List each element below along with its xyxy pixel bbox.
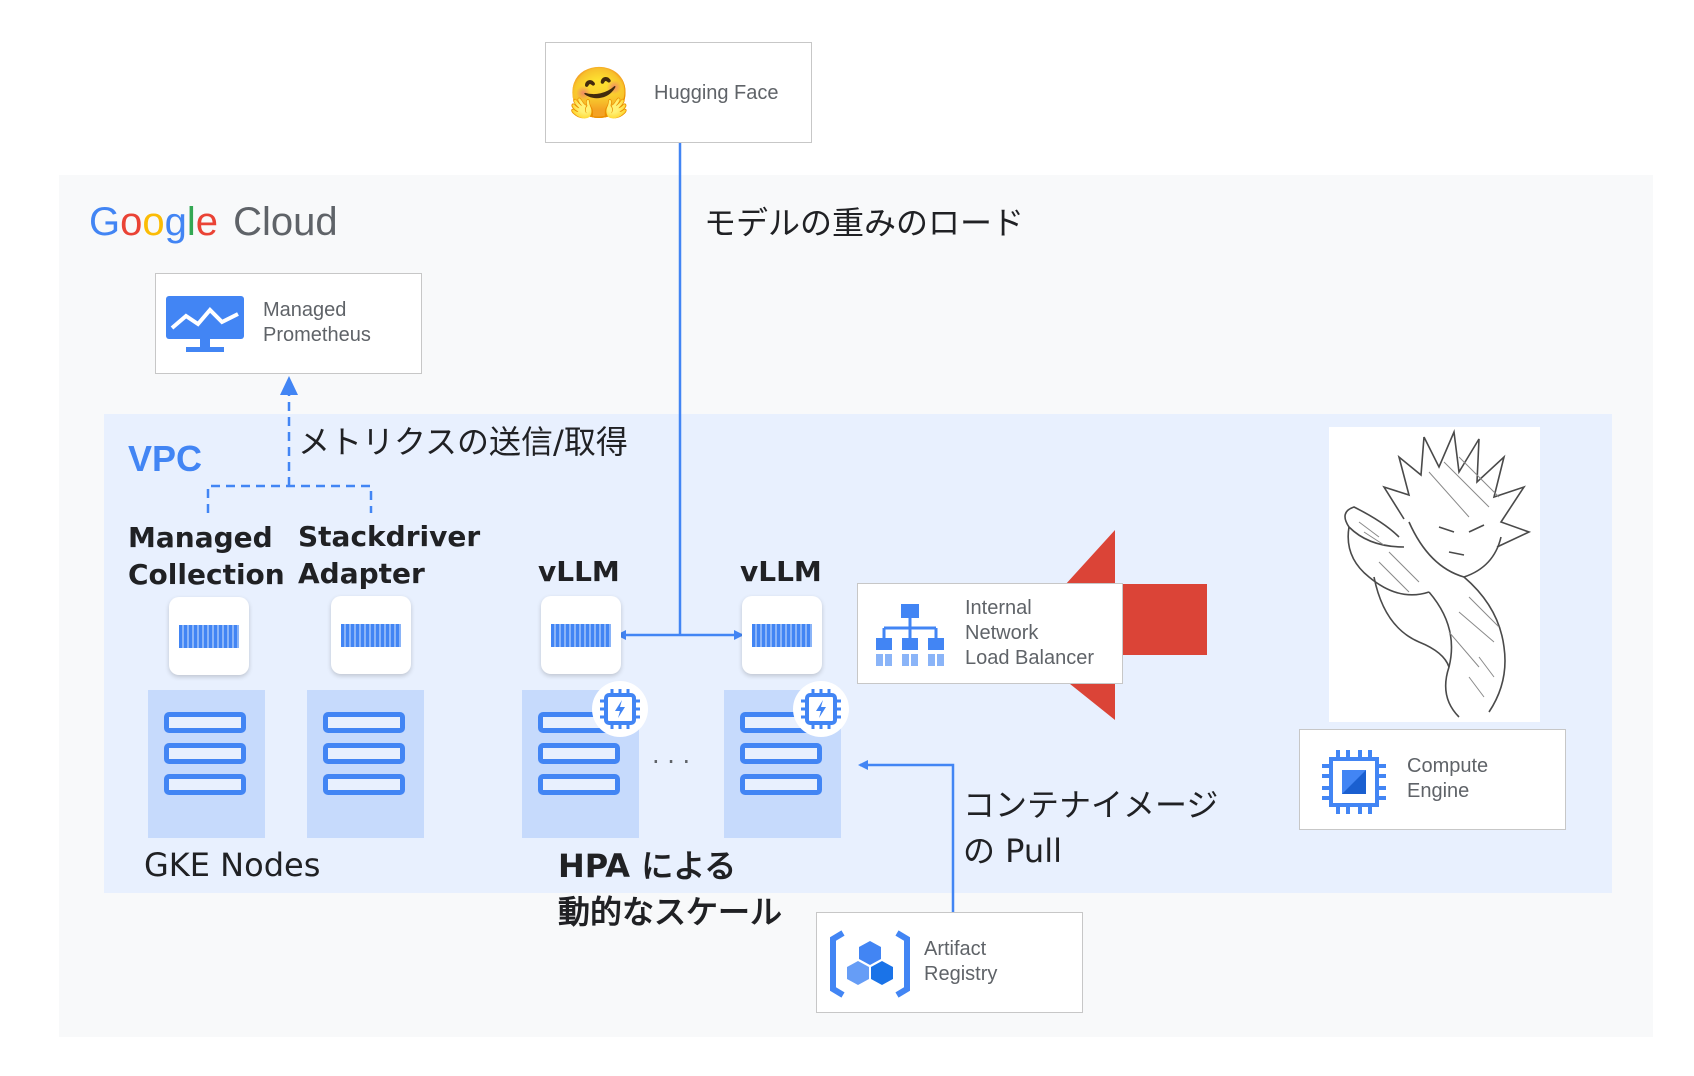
gke-node-1[interactable] <box>148 690 265 838</box>
container-icon <box>179 625 239 648</box>
image-pull-label: コンテナイメージ の Pull <box>963 786 1219 870</box>
artifact-registry-card[interactable]: Artifact Registry <box>816 912 1083 1013</box>
sketch-illustration <box>1329 427 1540 722</box>
container-icon <box>752 624 812 647</box>
compute-engine-label: Compute Engine <box>1407 755 1489 802</box>
node-bar <box>323 743 405 764</box>
vpc-label: VPC <box>128 438 203 479</box>
hugging-face-card[interactable]: 🤗 Hugging Face <box>545 42 812 143</box>
vllm-label-2: vLLM <box>740 555 822 588</box>
gke-node-2[interactable] <box>307 690 424 838</box>
container-icon <box>551 624 611 647</box>
node-bar <box>323 712 405 733</box>
node-bar <box>538 774 620 795</box>
node-bar <box>740 743 822 764</box>
weights-load-label: モデルの重みのロード <box>704 204 1025 242</box>
hugging-face-icon: 🤗 <box>568 64 631 122</box>
metrics-label: メトリクスの送信/取得 <box>298 423 628 461</box>
internal-load-balancer-card[interactable]: Internal Network Load Balancer <box>857 583 1123 684</box>
internal-load-balancer-label: Internal Network Load Balancer <box>965 597 1094 669</box>
hugging-face-label: Hugging Face <box>654 82 779 104</box>
gke-nodes-label: GKE Nodes <box>144 846 321 884</box>
managed-prometheus-card[interactable]: Managed Prometheus <box>155 273 422 374</box>
node-bar <box>164 743 246 764</box>
pod-stackdriver-adapter[interactable] <box>331 596 411 674</box>
pod-vllm-1[interactable] <box>541 596 621 674</box>
monitor-chart-icon <box>166 296 244 352</box>
compute-engine-card[interactable]: Compute Engine <box>1299 729 1566 830</box>
pod-vllm-2[interactable] <box>742 596 822 674</box>
load-balancer-icon <box>876 604 944 666</box>
managed-prometheus-label: Managed Prometheus <box>263 299 371 346</box>
stackdriver-adapter-label: Stackdriver Adapter <box>298 520 481 590</box>
node-bar <box>740 774 822 795</box>
ellipsis: · · · <box>652 748 691 776</box>
pull-line <box>858 760 955 914</box>
container-icon <box>341 624 401 647</box>
node-bar <box>538 743 620 764</box>
compute-engine-chip-icon <box>1322 750 1386 814</box>
vllm-label-1: vLLM <box>538 555 620 588</box>
metrics-arrowhead <box>280 376 298 395</box>
pod-managed-collection[interactable] <box>169 597 249 675</box>
node-bar <box>164 712 246 733</box>
gpu-chip-icon <box>592 681 648 737</box>
artifact-registry-label: Artifact Registry <box>924 938 998 985</box>
node-bar <box>323 774 405 795</box>
node-bar <box>164 774 246 795</box>
hpa-label: HPA による 動的なスケール <box>558 847 783 931</box>
artifact-registry-icon <box>830 930 910 998</box>
gpu-chip-icon <box>793 681 849 737</box>
managed-collection-label: Managed Collection <box>128 521 285 591</box>
